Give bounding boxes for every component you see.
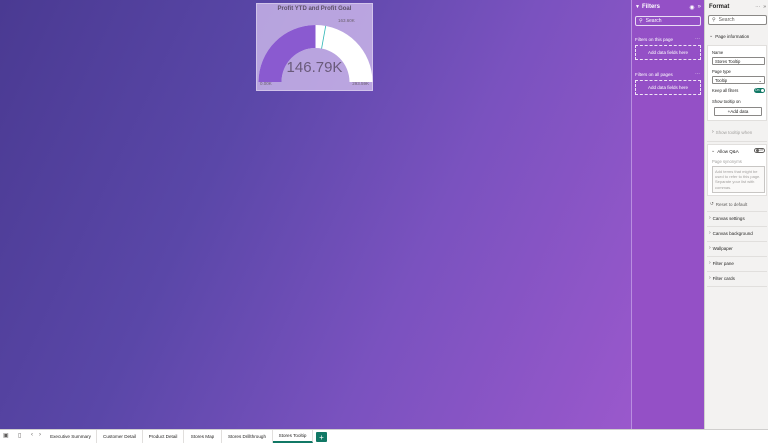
more-options-icon[interactable]: ⋯ — [755, 4, 760, 10]
tab-executive-summary[interactable]: Executive Summary — [45, 430, 97, 443]
tab-stores-map[interactable]: Stores Map — [184, 430, 222, 443]
section-allow-qa[interactable]: ⌄ Allow Q&A — [711, 148, 739, 154]
section-filter-cards[interactable]: › Filter cards — [709, 275, 735, 281]
section-label: Filter cards — [712, 275, 735, 281]
add-page-button[interactable]: + — [316, 432, 327, 442]
section-label: Page information — [715, 33, 750, 39]
toggle-knob — [761, 89, 764, 92]
tab-product-detail[interactable]: Product Detail — [143, 430, 184, 443]
ellipsis-icon[interactable]: ⋯ — [695, 36, 700, 42]
section-label: Filter pane — [712, 260, 734, 266]
keep-all-filters-label: Keep all filters — [712, 88, 739, 93]
allow-qa-card: ⌄ Allow Q&A Off Page synonyms Add terms … — [707, 144, 767, 196]
format-pane: Format ⋯ » ⚲ Search ⌄ Page information N… — [704, 0, 768, 429]
page-synonyms-input[interactable]: Add terms that might be used to refer to… — [712, 166, 765, 193]
page-type-select[interactable]: Tooltip ⌄ — [712, 76, 765, 84]
section-label: Canvas settings — [712, 215, 745, 221]
gauge-min-label: 0.00K — [260, 81, 272, 86]
toggle-on-text: On — [755, 88, 760, 92]
section-filter-pane[interactable]: › Filter pane — [709, 260, 734, 266]
tab-stores-tooltip[interactable]: Stores Tooltip — [273, 430, 313, 443]
report-canvas[interactable]: Profit YTD and Profit Goal 163.60K 146.7… — [0, 0, 631, 429]
format-search-input[interactable]: ⚲ Search — [708, 15, 767, 25]
add-fields-all-pages[interactable]: Add data fields here — [635, 80, 701, 95]
allow-qa-toggle[interactable]: Off — [754, 148, 765, 153]
name-label: Name — [712, 50, 724, 55]
section-label: Show tooltip when — [715, 129, 753, 135]
reset-icon: ↺ — [710, 201, 714, 206]
search-icon: ⚲ — [712, 17, 716, 23]
filters-pane: ▼ Filters ◉ » ⚲ Search Filters on this p… — [631, 0, 704, 429]
gauge-title: Profit YTD and Profit Goal — [277, 6, 352, 12]
section-label: Canvas background — [712, 230, 753, 236]
page-type-label: Page type — [712, 69, 731, 74]
filter-icon: ▼ — [635, 4, 640, 10]
chevron-right-icon: › — [709, 260, 711, 266]
mobile-layout-icon[interactable]: ▯ — [18, 432, 21, 439]
chevron-down-icon: ⌄ — [711, 148, 716, 154]
name-input[interactable]: Stores Tooltip — [712, 57, 765, 65]
divider — [707, 141, 767, 142]
show-tooltip-on-label: Show tooltip on — [712, 99, 741, 104]
chevron-right-icon[interactable]: › — [39, 432, 41, 438]
gauge-visual[interactable]: Profit YTD and Profit Goal 163.60K 146.7… — [256, 3, 373, 91]
collapse-pane-icon[interactable]: » — [698, 4, 701, 11]
desktop-layout-icon[interactable]: ▣ — [3, 432, 9, 439]
filters-on-all-pages-label: Filters on all pages — [635, 72, 673, 77]
chevron-right-icon: › — [709, 215, 711, 221]
chevron-down-icon: ⌄ — [709, 33, 714, 39]
toggle-off-text: Off — [758, 148, 763, 152]
section-canvas-background[interactable]: › Canvas background — [709, 230, 753, 236]
add-data-button[interactable]: +Add data — [714, 107, 762, 116]
divider — [707, 241, 767, 242]
gauge-max-label: 293.59K — [352, 81, 369, 86]
eye-icon[interactable]: ◉ — [689, 4, 694, 11]
tab-stores-drillthrough[interactable]: Stores Drillthrough — [222, 430, 273, 443]
tab-customer-detail[interactable]: Customer Detail — [97, 430, 143, 443]
filters-header: ▼ Filters ◉ » — [635, 3, 701, 11]
keep-all-filters-toggle[interactable]: On — [754, 88, 765, 93]
gauge-target-label: 163.60K — [338, 18, 355, 23]
filters-search-input[interactable]: ⚲ Search — [635, 16, 701, 26]
divider — [707, 271, 767, 272]
section-label: Wallpaper — [712, 245, 733, 251]
section-wallpaper[interactable]: › Wallpaper — [709, 245, 733, 251]
filters-title: Filters — [641, 4, 660, 10]
page-synonyms-label: Page synonyms — [712, 159, 742, 164]
filters-search-placeholder: Search — [645, 18, 662, 24]
chevron-right-icon: › — [709, 245, 711, 251]
chevron-right-icon: › — [709, 275, 711, 281]
gauge-chart — [258, 25, 373, 82]
divider — [707, 256, 767, 257]
ellipsis-icon[interactable]: ⋯ — [695, 71, 700, 77]
chevron-down-icon: ⌄ — [758, 77, 762, 83]
section-page-information[interactable]: ⌄ Page information — [709, 33, 749, 39]
reset-to-default-button[interactable]: ↺ Reset to default — [710, 201, 747, 207]
section-show-tooltip-when[interactable]: › Show tooltip when — [712, 129, 752, 135]
add-fields-this-page[interactable]: Add data fields here — [635, 45, 701, 60]
divider — [707, 211, 767, 212]
reset-label: Reset to default — [715, 201, 748, 207]
format-search-placeholder: Search — [718, 17, 735, 23]
chevron-right-icon: › — [709, 230, 711, 236]
filters-on-this-page-label: Filters on this page — [635, 37, 674, 42]
divider — [707, 286, 767, 287]
section-canvas-settings[interactable]: › Canvas settings — [709, 215, 745, 221]
collapse-pane-icon[interactable]: » — [763, 4, 766, 10]
format-header: Format ⋯ » — [709, 3, 766, 11]
chevron-right-icon: › — [712, 129, 714, 135]
search-icon: ⚲ — [639, 18, 643, 24]
divider — [707, 226, 767, 227]
gauge-value-label: 146.79K — [286, 59, 343, 76]
page-information-card: Name Stores Tooltip Page type Tooltip ⌄ … — [707, 45, 767, 121]
chevron-left-icon[interactable]: ‹ — [31, 432, 33, 438]
section-label: Allow Q&A — [717, 148, 739, 154]
page-type-value: Tooltip — [715, 77, 728, 83]
format-title: Format — [709, 4, 730, 10]
page-tab-bar: ▣ ▯ ‹ › Executive Summary Customer Detai… — [0, 429, 768, 444]
